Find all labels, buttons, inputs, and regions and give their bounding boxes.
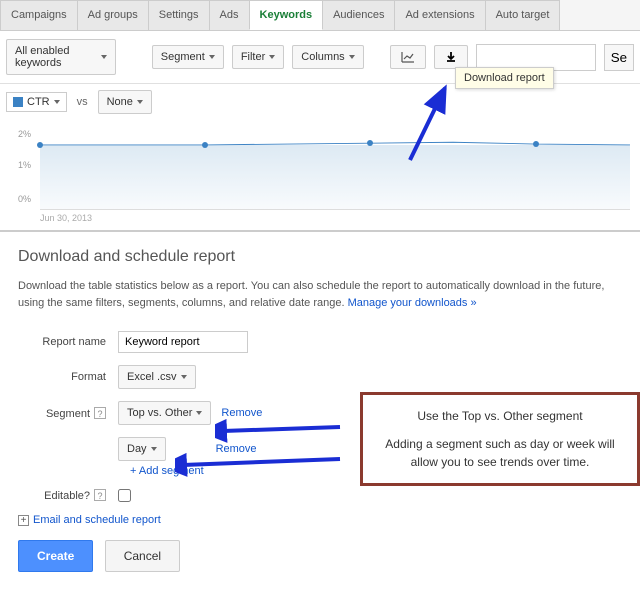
editable-checkbox[interactable] [118, 489, 131, 502]
remove-segment2-link[interactable]: Remove [216, 443, 257, 455]
y-tick-2: 2% [18, 129, 31, 139]
metric-color-square [13, 97, 23, 107]
columns-dropdown[interactable]: Columns [292, 45, 363, 69]
format-dropdown[interactable]: Excel .csv [118, 365, 196, 389]
editable-label: Editable?? [18, 489, 118, 502]
caret-icon [101, 55, 107, 59]
compare-metric-dropdown[interactable]: None [98, 90, 152, 114]
download-tooltip: Download report [455, 67, 554, 89]
caret-icon [137, 100, 143, 104]
report-section: Download and schedule report Download th… [0, 230, 640, 588]
keywords-filter-dropdown[interactable]: All enabled keywords [6, 39, 116, 75]
tab-campaigns[interactable]: Campaigns [0, 0, 78, 30]
tabs-bar: Campaigns Ad groups Settings Ads Keyword… [0, 0, 640, 31]
report-name-row: Report name [18, 331, 622, 353]
create-button[interactable]: Create [18, 540, 93, 572]
segment-label: Segment [161, 51, 205, 63]
caret-icon [269, 55, 275, 59]
chart-icon-button[interactable] [390, 45, 426, 69]
download-button[interactable] [434, 45, 468, 69]
button-row: Create Cancel [18, 540, 622, 572]
ctr-label: CTR [27, 96, 50, 108]
search-button[interactable]: Se [604, 44, 634, 71]
chart-area: 2% 1% 0% Jun 30, 2013 [0, 120, 640, 210]
report-title: Download and schedule report [18, 248, 622, 266]
vs-text: vs [77, 96, 88, 108]
y-tick-1: 1% [18, 160, 31, 170]
segment-dropdown[interactable]: Segment [152, 45, 224, 69]
tab-ad-groups[interactable]: Ad groups [77, 0, 149, 30]
segment2-dropdown[interactable]: Day [118, 437, 166, 461]
expand-icon: + [18, 515, 29, 526]
editable-row: Editable?? [18, 489, 622, 502]
report-description: Download the table statistics below as a… [18, 278, 622, 311]
email-schedule-toggle[interactable]: + Email and schedule report [18, 514, 622, 526]
none-label: None [107, 96, 133, 108]
tab-ad-extensions[interactable]: Ad extensions [394, 0, 485, 30]
keywords-filter-label: All enabled keywords [15, 45, 97, 69]
annotation-callout: Use the Top vs. Other segment Adding a s… [360, 392, 640, 486]
format-label: Format [18, 371, 118, 383]
metric-row: CTR vs None [0, 84, 640, 120]
tab-ads[interactable]: Ads [209, 0, 250, 30]
segment1-dropdown[interactable]: Top vs. Other [118, 401, 211, 425]
chart-point [367, 140, 373, 146]
callout-line1: Use the Top vs. Other segment [379, 407, 621, 425]
caret-icon [181, 375, 187, 379]
segment-form-label: Segment? [18, 407, 118, 420]
tab-settings[interactable]: Settings [148, 0, 210, 30]
help-icon[interactable]: ? [94, 407, 106, 419]
tab-auto-target[interactable]: Auto target [485, 0, 561, 30]
filter-label: Filter [241, 51, 265, 63]
chart-point [37, 142, 43, 148]
filter-dropdown[interactable]: Filter [232, 45, 284, 69]
cancel-button[interactable]: Cancel [105, 540, 180, 572]
chart-point [533, 141, 539, 147]
caret-icon [54, 100, 60, 104]
help-icon[interactable]: ? [94, 489, 106, 501]
caret-icon [349, 55, 355, 59]
segment1-value: Top vs. Other [127, 407, 192, 419]
ctr-metric-chip[interactable]: CTR [6, 92, 67, 112]
manage-downloads-link[interactable]: Manage your downloads » [348, 297, 477, 309]
report-name-label: Report name [18, 336, 118, 348]
chart-point [202, 142, 208, 148]
columns-label: Columns [301, 51, 344, 63]
caret-icon [196, 411, 202, 415]
tab-audiences[interactable]: Audiences [322, 0, 395, 30]
toolbar: All enabled keywords Segment Filter Colu… [0, 31, 640, 84]
chart-x-start: Jun 30, 2013 [40, 213, 92, 223]
remove-segment1-link[interactable]: Remove [221, 407, 262, 419]
y-tick-0: 0% [18, 194, 31, 204]
caret-icon [209, 55, 215, 59]
callout-line2: Adding a segment such as day or week wil… [379, 435, 621, 471]
tab-keywords[interactable]: Keywords [249, 0, 324, 30]
email-schedule-label: Email and schedule report [33, 514, 161, 526]
format-value: Excel .csv [127, 371, 177, 383]
report-name-input[interactable] [118, 331, 248, 353]
segment2-value: Day [127, 443, 147, 455]
caret-icon [151, 447, 157, 451]
chart-fill [40, 145, 630, 209]
format-row: Format Excel .csv [18, 365, 622, 389]
